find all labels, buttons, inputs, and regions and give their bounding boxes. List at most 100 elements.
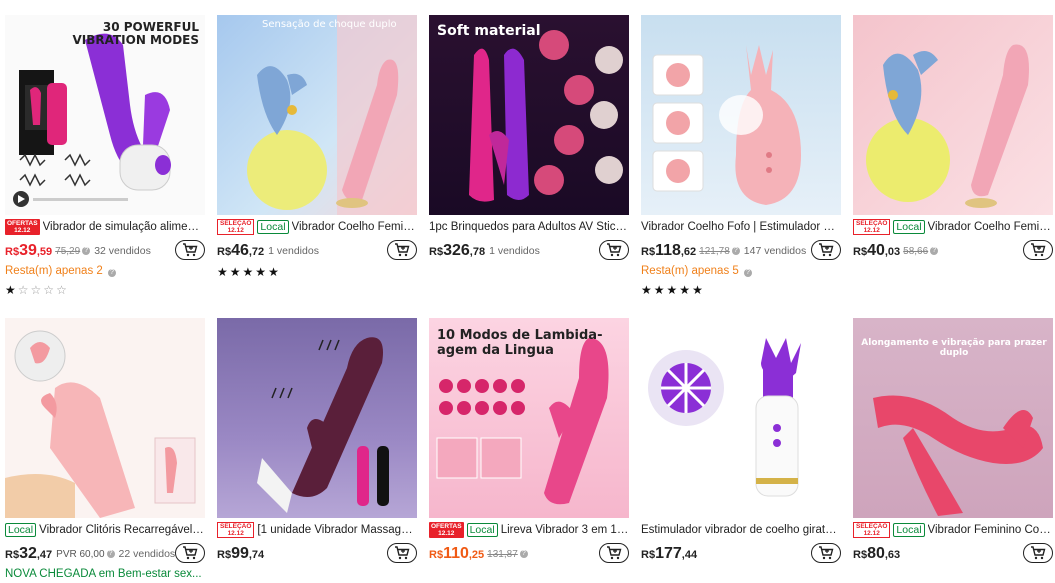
product-title[interactable]: Vibrador de simulação aliment... [43, 221, 205, 233]
product-title-row[interactable]: SELEÇÃO 12.12 Local Vibrador Coelho Femin… [853, 219, 1053, 235]
product-price: R$32,47 [5, 545, 53, 562]
selecao-badge: SELEÇÃO 12.12 [853, 522, 891, 538]
add-to-cart-button[interactable] [811, 240, 841, 260]
price-row: R$32,47 PVR 60,00 ? 22 vendidos [5, 543, 205, 565]
product-title[interactable]: 1pc Brinquedos para Adultos AV Stick ... [429, 221, 629, 233]
product-title-row[interactable]: SELEÇÃO 12.12 Local Vibrador Coelho Femin… [217, 219, 417, 235]
product-image[interactable] [5, 318, 205, 518]
local-badge: Local [5, 523, 37, 537]
cart-icon [1031, 546, 1046, 560]
product-price: R$177,44 [641, 545, 698, 562]
product-price: R$39,59 [5, 242, 53, 259]
product-title[interactable]: Vibrador Feminino Coelh... [928, 524, 1053, 536]
local-badge: Local [893, 523, 925, 537]
cart-icon [395, 546, 410, 560]
product-image[interactable] [217, 318, 417, 518]
info-icon[interactable]: ? [82, 247, 91, 255]
product-title[interactable]: Vibrador Coelho Fofo | Estimulador Clit.… [641, 221, 841, 233]
old-price: 131,87 [487, 548, 518, 560]
product-card[interactable]: 30 POWERFUL VIBRATION MODES OFERTAS 12.12… [5, 15, 205, 297]
product-price: R$80,63 [853, 545, 901, 562]
product-illustration [866, 44, 1029, 208]
rating-stars: ★★★★★ [641, 283, 705, 297]
add-to-cart-button[interactable] [599, 240, 629, 260]
product-image[interactable]: 30 POWERFUL VIBRATION MODES [5, 15, 205, 215]
product-title-row[interactable]: OFERTAS 12.12 Vibrador de simulação alime… [5, 219, 205, 235]
old-price: 121,78 [699, 245, 730, 257]
info-icon[interactable]: ? [108, 269, 116, 277]
product-title-row[interactable]: Local Vibrador Clitóris Recarregável 3 .… [5, 522, 205, 538]
category-note[interactable]: NOVA CHEGADA em Bem-estar sex... [5, 568, 205, 583]
price-row: R$40,03 58,66 ? [853, 240, 1053, 262]
product-title[interactable]: Vibrador Coelho Feminin... [928, 221, 1053, 233]
product-image[interactable] [853, 15, 1053, 215]
product-title[interactable]: Estimulador vibrador de coelho giratóri.… [641, 524, 841, 536]
selecao-badge: SELEÇÃO 12.12 [217, 522, 255, 538]
stock-note: Resta(m) apenas 5 ? [641, 265, 841, 280]
cart-icon [607, 546, 622, 560]
product-title-row[interactable]: Estimulador vibrador de coelho giratóri.… [641, 522, 841, 538]
add-to-cart-button[interactable] [1023, 240, 1053, 260]
product-card[interactable]: SELEÇÃO 12.12 Local Vibrador Coelho Femin… [853, 15, 1053, 262]
product-title-row[interactable]: 1pc Brinquedos para Adultos AV Stick ... [429, 219, 629, 235]
product-price: R$99,74 [217, 545, 265, 562]
info-icon[interactable]: ? [519, 550, 528, 558]
product-card[interactable]: Alongamento e vibração para prazer duplo… [853, 318, 1053, 565]
product-illustration [648, 338, 801, 497]
product-card[interactable]: Soft material 1pc Brinquedos para Adulto… [429, 15, 629, 262]
product-title-row[interactable]: Vibrador Coelho Fofo | Estimulador Clit.… [641, 219, 841, 235]
product-card[interactable]: 10 Modos de Lambida- agem da Lingua OFER… [429, 318, 629, 565]
product-card[interactable]: Vibrador Coelho Fofo | Estimulador Clit.… [641, 15, 841, 297]
info-icon[interactable]: ? [731, 247, 740, 255]
add-to-cart-button[interactable] [175, 543, 205, 563]
rating-stars: ★★★★★ [217, 265, 281, 279]
product-price: R$118,62 [641, 242, 697, 259]
price-row: R$110,25 131,87 ? [429, 543, 629, 565]
product-title[interactable]: [1 unidade Vibrador Massagead... [257, 524, 417, 536]
product-title[interactable]: Vibrador Clitóris Recarregável 3 ... [39, 524, 205, 536]
price-row: R$326,78 1 vendidos [429, 240, 629, 262]
product-price: R$326,78 [429, 242, 486, 259]
product-card[interactable]: Local Vibrador Clitóris Recarregável 3 .… [5, 318, 205, 583]
add-to-cart-button[interactable] [387, 543, 417, 563]
add-to-cart-button[interactable] [387, 240, 417, 260]
product-title-row[interactable]: SELEÇÃO 12.12 Local Vibrador Feminino Coe… [853, 522, 1053, 538]
product-image[interactable]: Alongamento e vibração para prazer duplo [853, 318, 1053, 518]
product-illustration [652, 45, 801, 205]
selecao-badge: SELEÇÃO 12.12 [853, 219, 891, 235]
add-to-cart-button[interactable] [175, 240, 205, 260]
product-image[interactable] [641, 318, 841, 518]
ofertas-badge: OFERTAS 12.12 [5, 219, 40, 235]
cart-icon [395, 243, 410, 257]
add-to-cart-button[interactable] [1023, 543, 1053, 563]
product-image[interactable]: Soft material [429, 15, 629, 215]
price-row: R$80,63 [853, 543, 1053, 565]
product-image[interactable] [641, 15, 841, 215]
price-row: R$177,44 [641, 543, 841, 565]
info-icon[interactable]: ? [744, 269, 752, 277]
add-to-cart-button[interactable] [599, 543, 629, 563]
image-caption: 30 POWERFUL VIBRATION MODES [72, 20, 199, 47]
product-card[interactable]: SELEÇÃO 12.12 [1 unidade Vibrador Massage… [217, 318, 417, 565]
product-price: R$110,25 [429, 545, 485, 562]
old-price: 58,66 [903, 245, 929, 257]
product-title-row[interactable]: OFERTAS 12.12 Local Lireva Vibrador 3 em … [429, 522, 629, 538]
sold-count: 22 vendidos [118, 548, 176, 560]
product-title[interactable]: Vibrador Coelho Feminin... [292, 221, 417, 233]
cart-icon [1031, 243, 1046, 257]
product-card[interactable]: Sensação de choque duplo SELEÇÃO 12.12 Lo… [217, 15, 417, 279]
product-price: R$46,72 [217, 242, 265, 259]
add-to-cart-button[interactable] [811, 543, 841, 563]
product-title[interactable]: Lireva Vibrador 3 em 1 c... [501, 524, 629, 536]
product-card[interactable]: Estimulador vibrador de coelho giratóri.… [641, 318, 841, 565]
rating-stars: ★☆☆☆☆ [5, 283, 69, 297]
info-icon[interactable]: ? [930, 247, 939, 255]
image-caption: Alongamento e vibração para prazer duplo [861, 338, 1047, 358]
local-badge: Local [466, 523, 498, 537]
product-image[interactable]: Sensação de choque duplo [217, 15, 417, 215]
info-icon[interactable]: ? [106, 550, 115, 558]
product-title-row[interactable]: SELEÇÃO 12.12 [1 unidade Vibrador Massage… [217, 522, 417, 538]
cart-icon [819, 243, 834, 257]
product-image[interactable]: 10 Modos de Lambida- agem da Lingua [429, 318, 629, 518]
product-illustration [5, 330, 196, 518]
